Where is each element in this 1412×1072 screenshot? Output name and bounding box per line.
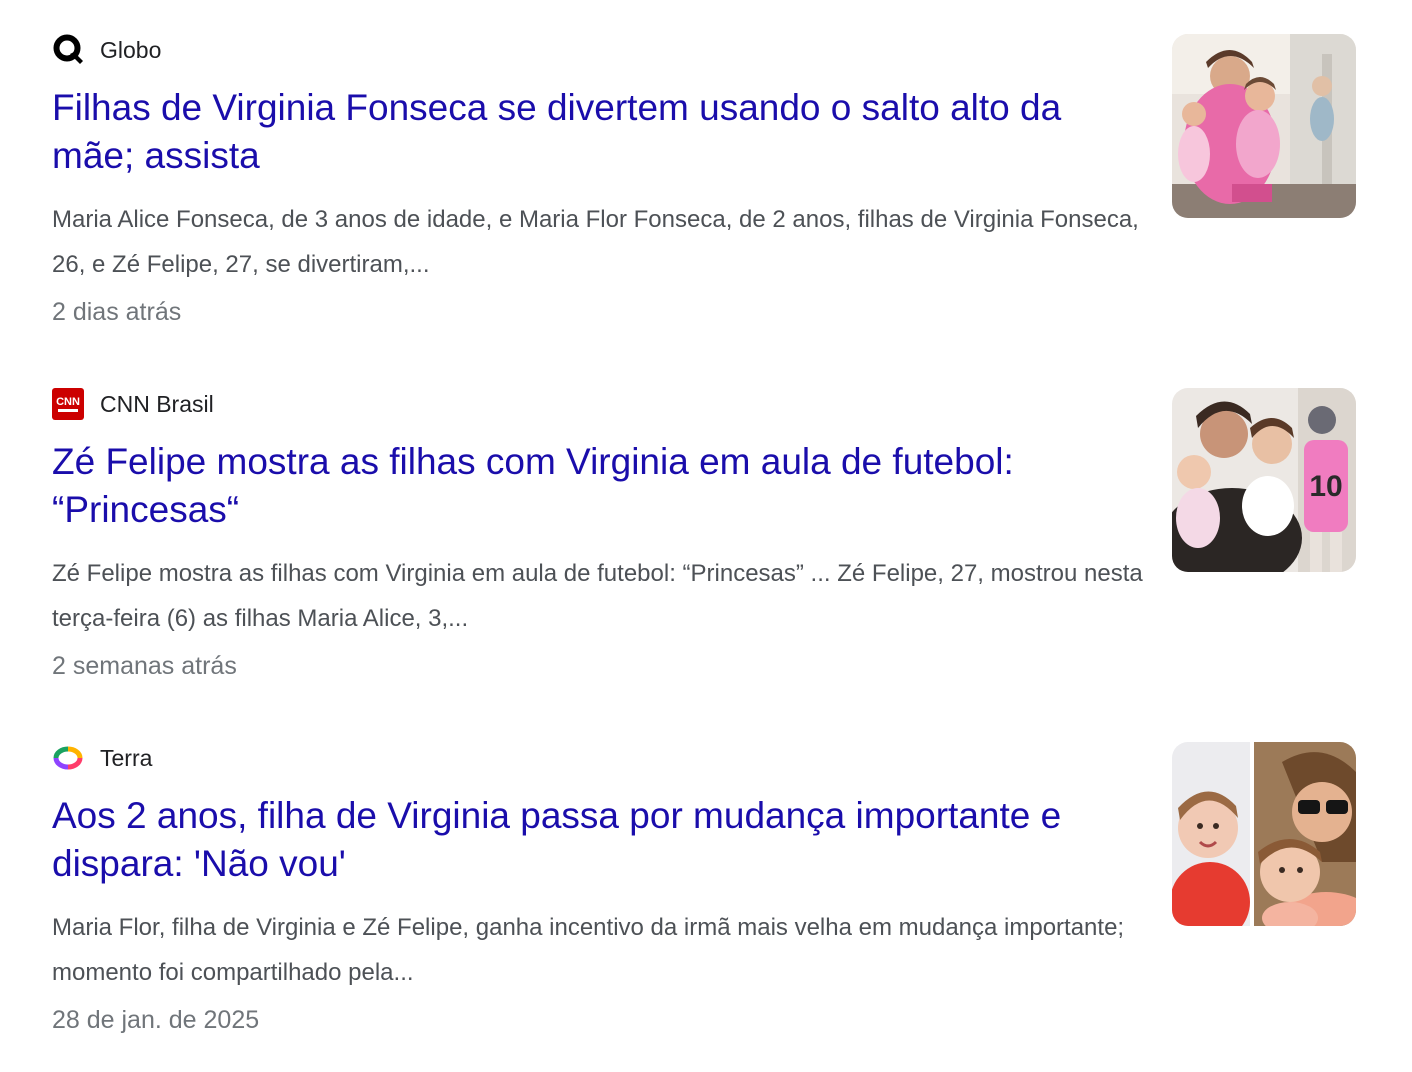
headline-link[interactable]: Filhas de Virginia Fonseca se divertem u…	[52, 84, 1147, 180]
snippet-text: Maria Flor, filha de Virginia e Zé Felip…	[52, 914, 1125, 986]
source-name: CNN Brasil	[100, 391, 214, 417]
source-name: Terra	[100, 745, 153, 771]
news-result-item: Globo Filhas de Virginia Fonseca se dive…	[52, 34, 1356, 364]
news-result-item: Terra Aos 2 anos, filha de Virginia pass…	[52, 742, 1356, 1072]
headline-link[interactable]: Zé Felipe mostra as filhas com Virginia …	[52, 438, 1147, 534]
thumbnail-image[interactable]	[1172, 742, 1356, 926]
source-row[interactable]: CNN CNN Brasil	[52, 388, 214, 420]
svg-text:CNN: CNN	[56, 396, 80, 408]
news-result-item: CNN CNN Brasil Zé Felipe mostra as filha…	[52, 388, 1356, 718]
thumbnail-image[interactable]: 10	[1172, 388, 1356, 572]
news-results-list: Globo Filhas de Virginia Fonseca se dive…	[0, 0, 1412, 1064]
source-row[interactable]: Terra	[52, 742, 152, 774]
cnn-logo-icon: CNN	[52, 388, 84, 420]
publish-age: 2 dias atrás	[52, 298, 182, 326]
snippet-text: Zé Felipe mostra as filhas com Virginia …	[52, 560, 1143, 632]
snippet-text: Maria Alice Fonseca, de 3 anos de idade,…	[52, 206, 1139, 278]
thumbnail-image[interactable]	[1172, 34, 1356, 218]
svg-text:10: 10	[1309, 470, 1342, 503]
source-row[interactable]: Globo	[52, 34, 161, 66]
globo-q-logo-icon	[52, 34, 84, 66]
terra-logo-icon	[52, 742, 84, 774]
publish-age: 2 semanas atrás	[52, 652, 237, 680]
headline-link[interactable]: Aos 2 anos, filha de Virginia passa por …	[52, 792, 1147, 888]
publish-age: 28 de jan. de 2025	[52, 1006, 260, 1034]
source-name: Globo	[100, 37, 162, 63]
